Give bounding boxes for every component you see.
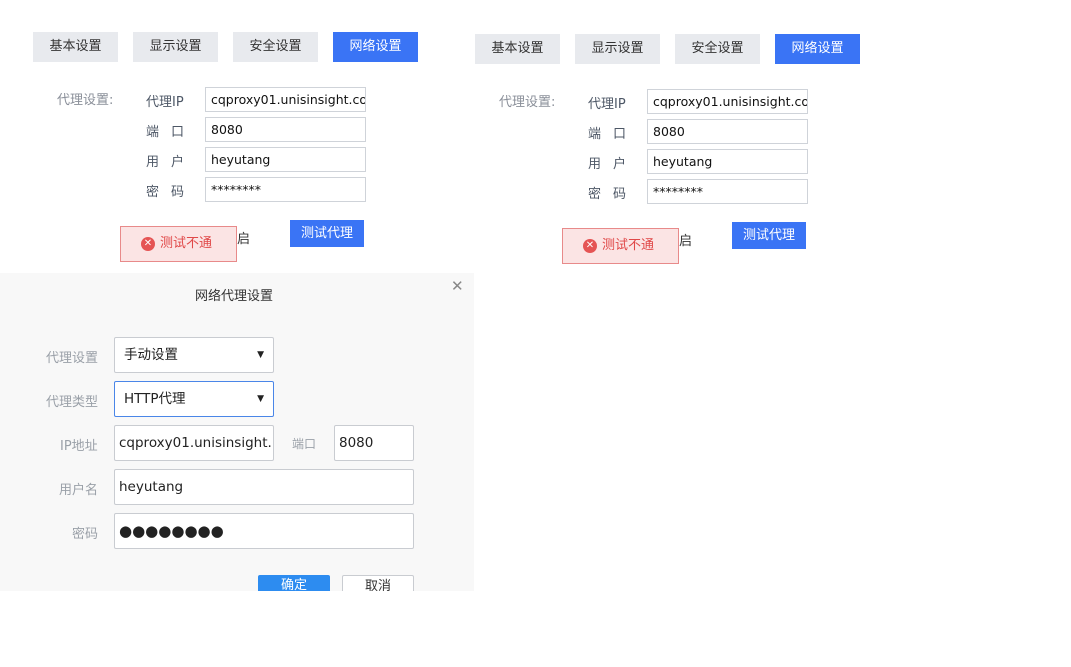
username-label: 用户名 (59, 483, 99, 498)
error-text: 测试不通 (160, 236, 213, 251)
network-proxy-dialog: 网络代理设置 ✕ 代理设置 手动设置 ▼ 代理类型 HTTP代理 ▼ IP地址 … (0, 273, 474, 591)
proxy-setting-select[interactable]: 手动设置 ▼ (114, 337, 274, 373)
hidden-text-fragment: 启 (237, 232, 251, 247)
confirm-button[interactable]: 确定 (258, 575, 330, 591)
proxy-ip-label: 代理IP (146, 95, 184, 110)
ip-input[interactable]: cqproxy01.unisinsight.... (114, 425, 274, 461)
username-input[interactable]: heyutang (114, 469, 414, 505)
user-field[interactable]: heyutang (205, 147, 366, 172)
port-field[interactable]: 8080 (647, 119, 808, 144)
port-field[interactable]: 8080 (205, 117, 366, 142)
tab-network[interactable]: 网络设置 (333, 32, 418, 62)
chevron-down-icon: ▼ (257, 350, 264, 360)
port-label: 端口 (146, 125, 197, 140)
close-icon[interactable]: ✕ (451, 277, 464, 295)
tab-display[interactable]: 显示设置 (575, 34, 660, 64)
proxy-section-label: 代理设置: (57, 93, 114, 108)
tab-security[interactable]: 安全设置 (233, 32, 318, 62)
proxy-setting-label: 代理设置 (46, 351, 99, 366)
error-toast: ✕ 测试不通 (562, 228, 679, 264)
proxy-ip-field[interactable]: cqproxy01.unisinsight.com (647, 89, 808, 114)
chevron-down-icon: ▼ (257, 394, 264, 404)
proxy-type-value: HTTP代理 (124, 391, 186, 407)
proxy-type-select[interactable]: HTTP代理 ▼ (114, 381, 274, 417)
user-label: 用户 (588, 157, 639, 172)
proxy-ip-label: 代理IP (588, 97, 626, 112)
tab-network[interactable]: 网络设置 (775, 34, 860, 64)
port-label: 端口 (292, 437, 317, 451)
error-icon: ✕ (583, 239, 597, 253)
user-field[interactable]: heyutang (647, 149, 808, 174)
password-field[interactable]: ******** (205, 177, 366, 202)
password-label: 密码 (72, 527, 99, 542)
proxy-section-label: 代理设置: (499, 95, 556, 110)
error-toast: ✕ 测试不通 (120, 226, 237, 262)
cancel-button[interactable]: 取消 (342, 575, 414, 591)
error-text: 测试不通 (602, 238, 655, 253)
user-label: 用户 (146, 155, 197, 170)
proxy-setting-value: 手动设置 (124, 347, 178, 363)
tab-basic[interactable]: 基本设置 (475, 34, 560, 64)
tab-basic[interactable]: 基本设置 (33, 32, 118, 62)
password-label: 密码 (146, 185, 197, 200)
tab-security[interactable]: 安全设置 (675, 34, 760, 64)
ip-label: IP地址 (60, 439, 98, 454)
password-label: 密码 (588, 187, 639, 202)
proxy-ip-field[interactable]: cqproxy01.unisinsight.com (205, 87, 366, 112)
test-proxy-button[interactable]: 测试代理 (732, 222, 806, 249)
dialog-title: 网络代理设置 (194, 289, 273, 304)
password-field[interactable]: ******** (647, 179, 808, 204)
hidden-text-fragment: 启 (679, 234, 693, 249)
port-label: 端口 (588, 127, 639, 142)
tab-display[interactable]: 显示设置 (133, 32, 218, 62)
error-icon: ✕ (141, 237, 155, 251)
proxy-type-label: 代理类型 (46, 395, 99, 410)
test-proxy-button[interactable]: 测试代理 (290, 220, 364, 247)
password-input[interactable]: ●●●●●●●● (114, 513, 414, 549)
port-input[interactable]: 8080 (334, 425, 414, 461)
